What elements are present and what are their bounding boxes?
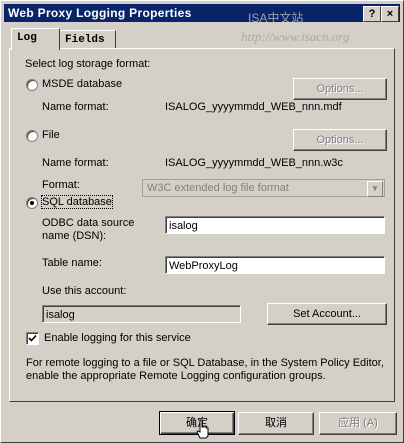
storage-format-heading: Select log storage format:	[25, 58, 151, 70]
file-options-button[interactable]: Options...	[293, 129, 387, 151]
radio-selected-dot	[30, 201, 34, 205]
help-button[interactable]: ?	[363, 6, 381, 22]
use-account-label: Use this account:	[42, 285, 127, 297]
title-bar[interactable]: Web Proxy Logging Properties ISA中文站 ? ×	[4, 4, 400, 25]
hand-cursor-icon	[196, 419, 209, 439]
apply-button[interactable]: 应用 (A)	[319, 412, 397, 435]
msde-name-format-label: Name format:	[42, 101, 109, 113]
file-name-format-value: ISALOG_yyyymmdd_WEB_nnn.w3c	[165, 157, 343, 169]
msde-name-format-value: ISALOG_yyyymmdd_WEB_nnn.mdf	[165, 101, 342, 113]
watermark-url: http://www.isacn.org	[241, 29, 350, 44]
properties-dialog: Web Proxy Logging Properties ISA中文站 ? × …	[0, 0, 404, 443]
file-label[interactable]: File	[42, 129, 60, 141]
log-tab-panel: Select log storage format: MSDE database…	[9, 48, 395, 402]
file-radio[interactable]	[26, 130, 38, 142]
remote-logging-note-line2: enable the appropriate Remote Logging co…	[26, 370, 326, 382]
enable-logging-label[interactable]: Enable logging for this service	[44, 332, 191, 344]
file-name-format-label: Name format:	[42, 157, 109, 169]
file-format-select[interactable]: W3C extended log file format ▼	[142, 179, 385, 197]
sql-radio[interactable]	[26, 197, 38, 209]
table-name-label: Table name:	[42, 257, 102, 269]
chevron-down-icon[interactable]: ▼	[367, 181, 383, 197]
window-title: Web Proxy Logging Properties	[8, 6, 192, 20]
remote-logging-note-line1: For remote logging to a file or SQL Data…	[26, 357, 384, 369]
tab-log[interactable]: Log	[11, 28, 60, 50]
table-name-input[interactable]: WebProxyLog	[165, 256, 385, 274]
msde-label[interactable]: MSDE database	[42, 78, 122, 90]
tab-log-label: Log	[17, 32, 37, 44]
msde-options-button[interactable]: Options...	[293, 78, 387, 100]
cancel-button[interactable]: 取消	[238, 412, 314, 435]
msde-radio[interactable]	[26, 79, 38, 91]
close-button[interactable]: ×	[381, 6, 399, 22]
enable-logging-checkbox[interactable]	[26, 332, 39, 345]
account-input[interactable]: isalog	[42, 305, 241, 323]
checkmark-icon	[28, 334, 37, 342]
set-account-button[interactable]: Set Account...	[267, 303, 387, 325]
file-format-value: W3C extended log file format	[147, 182, 289, 194]
file-format-label: Format:	[42, 179, 80, 191]
sql-label[interactable]: SQL database	[41, 195, 113, 209]
tab-fields-label: Fields	[65, 34, 105, 46]
dsn-input[interactable]: isalog	[165, 216, 385, 234]
tab-fields[interactable]: Fields	[59, 30, 116, 49]
dsn-label-line1: ODBC data source	[42, 217, 135, 229]
dsn-label-line2: name (DSN):	[42, 230, 107, 242]
watermark-title: ISA中文站	[248, 11, 304, 25]
